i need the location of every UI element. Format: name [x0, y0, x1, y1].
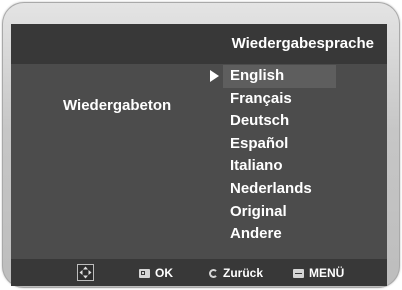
back-button[interactable]: Zurück: [209, 266, 263, 280]
navigation-arrows-icon[interactable]: [77, 264, 94, 281]
osd-screen: Wiedergabesprache Wiedergabeton English …: [11, 24, 387, 286]
setting-label: Wiedergabeton: [63, 97, 172, 114]
ok-label: OK: [155, 266, 173, 280]
language-list: English Français Deutsch Español Italian…: [223, 65, 336, 246]
language-option-espanol[interactable]: Español: [223, 133, 336, 156]
menu-key-icon: [293, 268, 304, 278]
menu-button[interactable]: MENÜ: [293, 266, 344, 280]
header-bar: Wiedergabesprache: [11, 24, 387, 64]
page-title: Wiedergabesprache: [231, 35, 374, 52]
language-option-italiano[interactable]: Italiano: [223, 155, 336, 178]
ok-button[interactable]: OK: [139, 266, 173, 280]
return-key-icon: [209, 268, 218, 278]
language-option-deutsch[interactable]: Deutsch: [223, 110, 336, 133]
language-option-nederlands[interactable]: Nederlands: [223, 178, 336, 201]
language-option-english[interactable]: English: [223, 65, 336, 88]
language-option-original[interactable]: Original: [223, 201, 336, 224]
selection-arrow-icon: [210, 70, 219, 82]
back-label: Zurück: [223, 266, 264, 280]
ok-key-icon: [139, 268, 150, 278]
menu-label: MENÜ: [309, 266, 345, 280]
language-option-francais[interactable]: Français: [223, 88, 336, 111]
footer-bar: OK Zurück MENÜ: [11, 259, 387, 286]
language-option-andere[interactable]: Andere: [223, 223, 336, 246]
